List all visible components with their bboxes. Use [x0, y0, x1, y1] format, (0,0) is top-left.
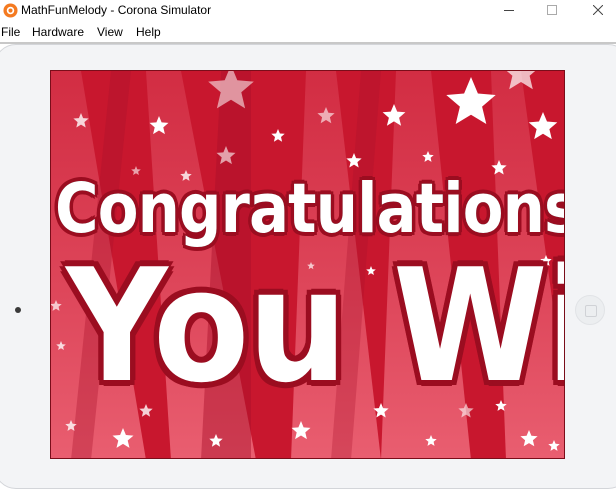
you-win-heading: You Win [66, 235, 564, 417]
maximize-button[interactable] [529, 0, 575, 21]
simulator-screen[interactable]: Congratulations You Win [50, 70, 565, 459]
close-icon [592, 4, 604, 16]
corona-app-icon [3, 3, 18, 18]
menu-view[interactable]: View [97, 25, 123, 39]
maximize-icon [547, 5, 557, 15]
close-button[interactable] [575, 0, 616, 21]
title-bar: MathFunMelody - Corona Simulator [0, 0, 616, 21]
menu-file[interactable]: File [1, 25, 20, 39]
minimize-icon [504, 10, 514, 11]
menu-bar: File Hardware View Help [0, 21, 616, 42]
menu-help[interactable]: Help [136, 25, 161, 39]
window-title: MathFunMelody - Corona Simulator [21, 3, 212, 17]
menu-hardware[interactable]: Hardware [32, 25, 84, 39]
home-button[interactable] [575, 295, 605, 325]
minimize-button[interactable] [486, 0, 532, 21]
front-camera [15, 307, 21, 313]
